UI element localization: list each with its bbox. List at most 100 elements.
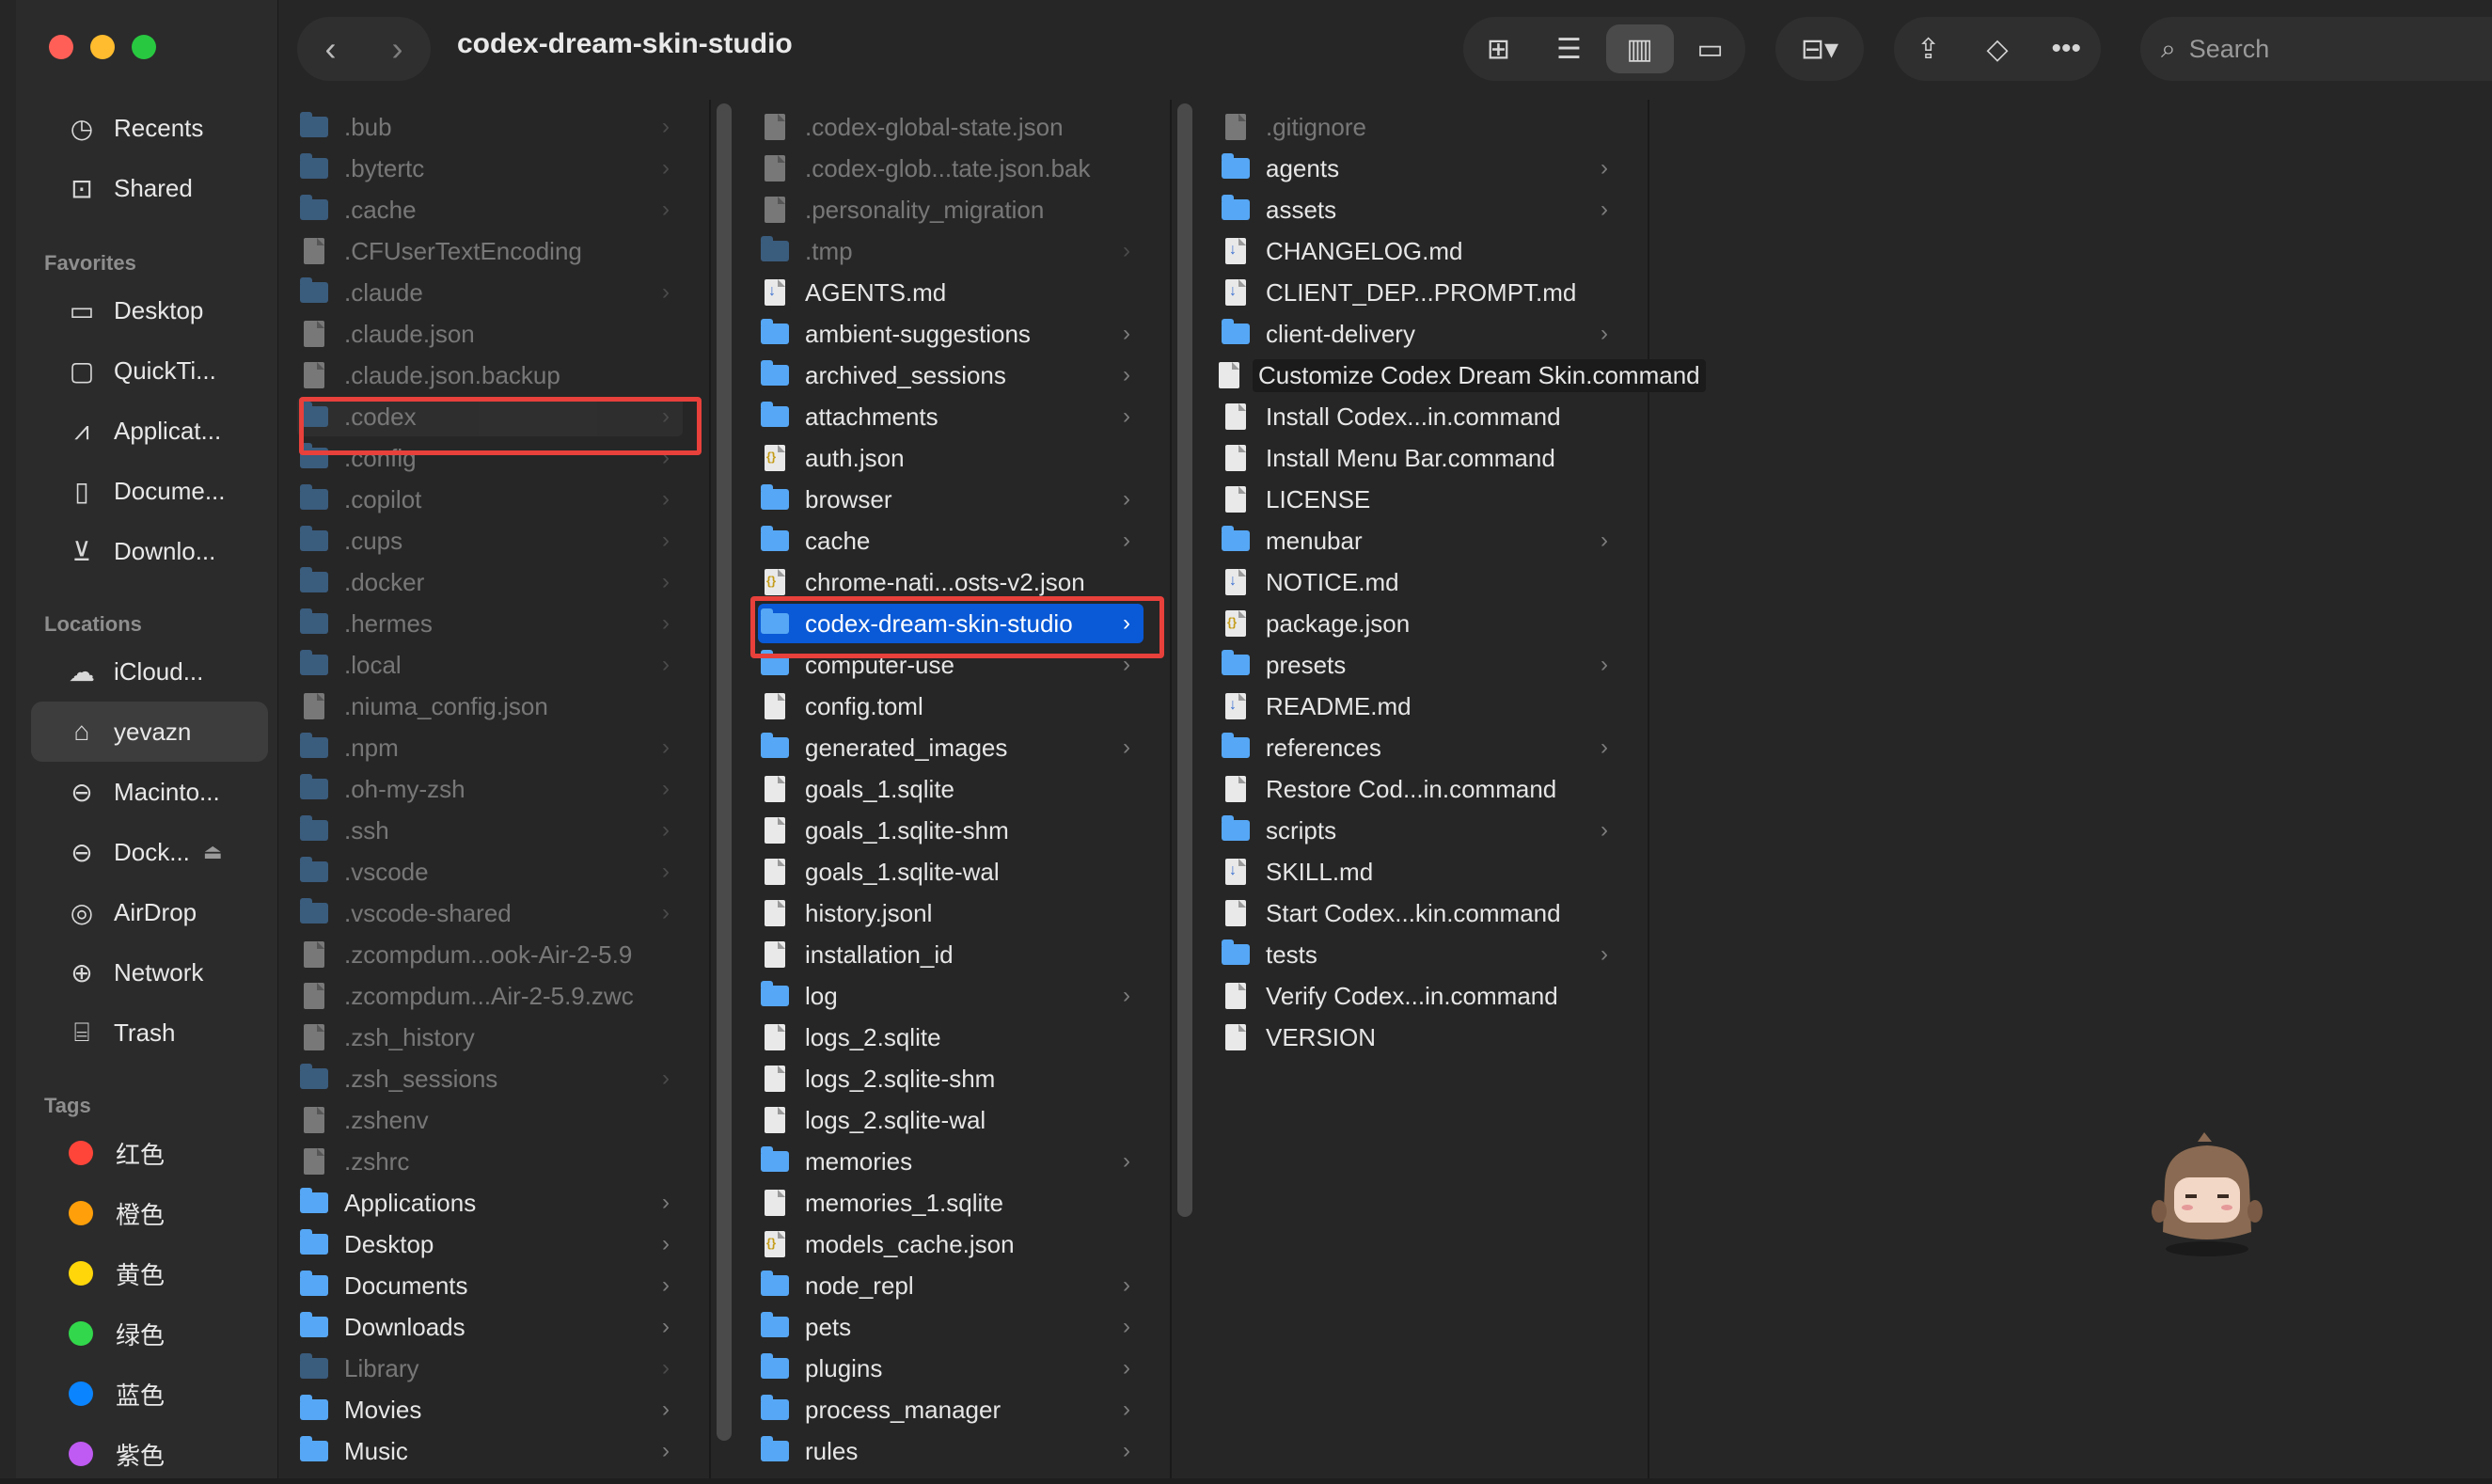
- folder-row[interactable]: .cache ›: [297, 190, 683, 229]
- file-row[interactable]: .CFUserTextEncoding: [297, 231, 683, 271]
- close-window-button[interactable]: [49, 35, 73, 59]
- sidebar-tag-item[interactable]: 绿色: [31, 1303, 268, 1364]
- sidebar-tag-item[interactable]: 蓝色: [31, 1364, 268, 1424]
- folder-row[interactable]: scripts ›: [1219, 811, 1621, 850]
- file-row[interactable]: config.toml: [758, 687, 1143, 726]
- folder-row[interactable]: .claude ›: [297, 273, 683, 312]
- folder-row[interactable]: .zsh_sessions ›: [297, 1059, 683, 1098]
- folder-row[interactable]: .bub ›: [297, 107, 683, 147]
- folder-row[interactable]: log ›: [758, 976, 1143, 1016]
- sidebar-tag-item[interactable]: 黄色: [31, 1243, 268, 1303]
- folder-row[interactable]: .docker ›: [297, 562, 683, 602]
- file-row[interactable]: README.md: [1219, 687, 1621, 726]
- folder-row[interactable]: client-delivery ›: [1219, 314, 1621, 354]
- file-row[interactable]: .zcompdum...Air-2-5.9.zwc: [297, 976, 683, 1016]
- folder-row[interactable]: browser ›: [758, 480, 1143, 519]
- folder-row[interactable]: .oh-my-zsh ›: [297, 769, 683, 809]
- folder-row[interactable]: Desktop ›: [297, 1224, 683, 1264]
- file-row[interactable]: .codex-glob...tate.json.bak: [758, 149, 1143, 188]
- folder-row[interactable]: menubar ›: [1219, 521, 1621, 560]
- file-row[interactable]: VERSION: [1219, 1018, 1621, 1057]
- folder-row[interactable]: .bytertc ›: [297, 149, 683, 188]
- folder-row[interactable]: computer-use ›: [758, 645, 1143, 685]
- file-row[interactable]: NOTICE.md: [1219, 562, 1621, 602]
- folder-row[interactable]: Library ›: [297, 1349, 683, 1388]
- file-row[interactable]: CLIENT_DEP...PROMPT.md: [1219, 273, 1621, 312]
- file-row[interactable]: .zcompdum...ook-Air-2-5.9: [297, 935, 683, 974]
- folder-row[interactable]: references ›: [1219, 728, 1621, 767]
- desktop-pet-icon[interactable]: [2146, 1129, 2268, 1260]
- file-row[interactable]: .zshrc: [297, 1142, 683, 1181]
- folder-row[interactable]: .npm ›: [297, 728, 683, 767]
- file-row[interactable]: .claude.json.backup: [297, 355, 683, 395]
- folder-row[interactable]: cache ›: [758, 521, 1143, 560]
- file-row[interactable]: goals_1.sqlite: [758, 769, 1143, 809]
- sidebar-item-docume[interactable]: ▯ Docume...: [31, 461, 268, 521]
- column-home-scrollbar[interactable]: [717, 103, 732, 1441]
- share-icon[interactable]: ⇪: [1895, 17, 1963, 81]
- sidebar-item-quickti[interactable]: ▢ QuickTi...: [31, 340, 268, 401]
- sidebar-item-trash[interactable]: ⌸ Trash: [31, 1002, 268, 1063]
- file-row[interactable]: logs_2.sqlite-shm: [758, 1059, 1143, 1098]
- folder-row[interactable]: Music ›: [297, 1431, 683, 1471]
- sidebar-item-airdrop[interactable]: ◎ AirDrop: [31, 882, 268, 942]
- folder-row[interactable]: presets ›: [1219, 645, 1621, 685]
- column-codex-scrollbar[interactable]: [1177, 103, 1192, 1217]
- more-icon[interactable]: •••: [2032, 17, 2100, 81]
- folder-row[interactable]: archived_sessions ›: [758, 355, 1143, 395]
- file-row[interactable]: .zshenv: [297, 1100, 683, 1140]
- folder-row[interactable]: .local ›: [297, 645, 683, 685]
- file-row[interactable]: Install Codex...in.command: [1219, 397, 1621, 436]
- sidebar-item-icloud[interactable]: ☁ iCloud...: [31, 641, 268, 702]
- file-row[interactable]: logs_2.sqlite: [758, 1018, 1143, 1057]
- sidebar-item-desktop[interactable]: ▭ Desktop: [31, 280, 268, 340]
- file-row[interactable]: .personality_migration: [758, 190, 1143, 229]
- folder-row[interactable]: .config ›: [297, 438, 683, 478]
- folder-row[interactable]: ambient-suggestions ›: [758, 314, 1143, 354]
- sidebar-item-dock[interactable]: ⊖ Dock... ⏏: [31, 822, 268, 882]
- file-row[interactable]: Restore Cod...in.command: [1219, 769, 1621, 809]
- file-row[interactable]: Install Menu Bar.command: [1219, 438, 1621, 478]
- gallery-view-icon[interactable]: ▭: [1677, 17, 1744, 81]
- folder-row[interactable]: tests ›: [1219, 935, 1621, 974]
- sidebar-tag-item[interactable]: 橙色: [31, 1183, 268, 1243]
- sidebar-tag-item[interactable]: 红色: [31, 1123, 268, 1183]
- folder-row[interactable]: Documents ›: [297, 1266, 683, 1305]
- file-row[interactable]: .zsh_history: [297, 1018, 683, 1057]
- folder-row[interactable]: .vscode ›: [297, 852, 683, 892]
- file-row[interactable]: goals_1.sqlite-shm: [758, 811, 1143, 850]
- sidebar-item-applicat[interactable]: ⩘ Applicat...: [31, 401, 268, 461]
- sidebar-item-downlo[interactable]: ⊻ Downlo...: [31, 521, 268, 581]
- sidebar-item-network[interactable]: ⊕ Network: [31, 942, 268, 1002]
- folder-row[interactable]: .tmp ›: [758, 231, 1143, 271]
- folder-row[interactable]: pets ›: [758, 1307, 1143, 1347]
- folder-row[interactable]: .codex ›: [297, 397, 683, 436]
- file-row[interactable]: .codex-global-state.json: [758, 107, 1143, 147]
- file-row[interactable]: history.jsonl: [758, 893, 1143, 933]
- file-row[interactable]: .niuma_config.json: [297, 687, 683, 726]
- sidebar-item-yevazn[interactable]: ⌂ yevazn: [31, 702, 268, 762]
- folder-row[interactable]: node_repl ›: [758, 1266, 1143, 1305]
- folder-row[interactable]: rules ›: [758, 1431, 1143, 1471]
- list-view-icon[interactable]: ☰: [1536, 17, 1603, 81]
- column-view-icon[interactable]: ▥: [1605, 24, 1674, 73]
- file-row[interactable]: CHANGELOG.md: [1219, 231, 1621, 271]
- file-row[interactable]: memories_1.sqlite: [758, 1183, 1143, 1223]
- zoom-window-button[interactable]: [132, 35, 156, 59]
- sidebar-tag-item[interactable]: 紫色: [31, 1424, 268, 1484]
- folder-row[interactable]: .cups ›: [297, 521, 683, 560]
- folder-row[interactable]: .copilot ›: [297, 480, 683, 519]
- folder-row[interactable]: attachments ›: [758, 397, 1143, 436]
- icon-view-icon[interactable]: ⊞: [1465, 17, 1533, 81]
- folder-row[interactable]: Applications ›: [297, 1183, 683, 1223]
- forward-icon[interactable]: ›: [392, 29, 403, 69]
- folder-row[interactable]: assets ›: [1219, 190, 1621, 229]
- file-row[interactable]: AGENTS.md: [758, 273, 1143, 312]
- file-row[interactable]: Customize Codex Dream Skin.command: [1219, 355, 1706, 395]
- folder-row[interactable]: .hermes ›: [297, 604, 683, 643]
- file-row[interactable]: installation_id: [758, 935, 1143, 974]
- folder-row[interactable]: .ssh ›: [297, 811, 683, 850]
- sidebar-item-recents[interactable]: ◷ Recents: [31, 98, 268, 158]
- file-row[interactable]: chrome-nati...osts-v2.json: [758, 562, 1143, 602]
- folder-row[interactable]: plugins ›: [758, 1349, 1143, 1388]
